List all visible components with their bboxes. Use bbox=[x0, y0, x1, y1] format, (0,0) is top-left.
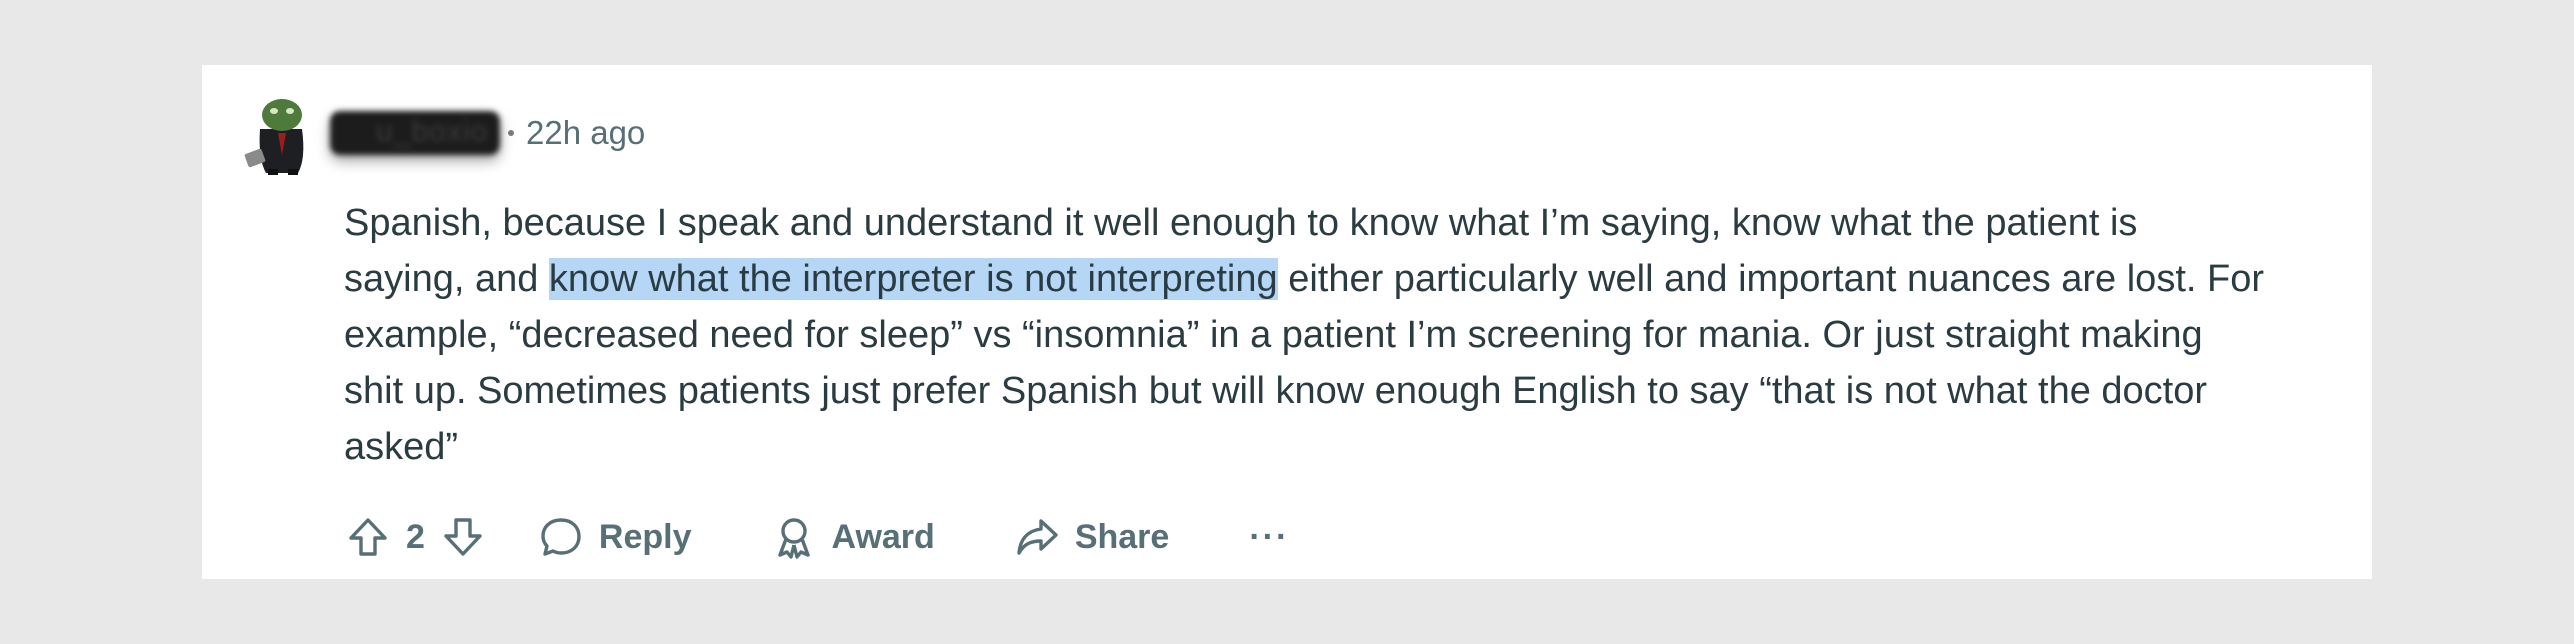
comment-text-highlighted: know what the interpreter is not interpr… bbox=[548, 258, 1278, 300]
award-button[interactable]: Award bbox=[772, 515, 935, 559]
reply-label: Reply bbox=[598, 517, 692, 556]
award-label: Award bbox=[831, 517, 935, 556]
separator-dot bbox=[508, 130, 514, 136]
speech-bubble-icon bbox=[541, 518, 581, 556]
vote-count: 2 bbox=[406, 517, 425, 556]
upvote-button[interactable] bbox=[344, 513, 392, 561]
reply-button[interactable]: Reply bbox=[539, 515, 692, 559]
comment-timestamp[interactable]: 22h ago bbox=[526, 114, 645, 152]
downvote-button[interactable] bbox=[439, 513, 487, 561]
username-redacted[interactable]: u_boxio bbox=[330, 111, 500, 155]
comment-actions: 2 Reply Award Share ··· bbox=[344, 505, 1289, 569]
arrow-down-icon bbox=[444, 518, 482, 556]
more-options-button[interactable]: ··· bbox=[1249, 518, 1289, 557]
username-redacted-text: u_boxio bbox=[376, 115, 489, 148]
comment-card: u_boxio 22h ago Spanish, because I speak… bbox=[202, 65, 2372, 579]
ellipsis-icon: ··· bbox=[1249, 517, 1290, 556]
award-ribbon-icon bbox=[777, 518, 810, 559]
arrow-up-icon bbox=[349, 518, 387, 556]
share-button[interactable]: Share bbox=[1015, 515, 1170, 559]
share-label: Share bbox=[1074, 517, 1170, 556]
share-arrow-icon bbox=[1017, 519, 1058, 555]
avatar[interactable] bbox=[238, 89, 326, 177]
comment-body: Spanish, because I speak and understand … bbox=[344, 195, 2264, 475]
comment-header: u_boxio 22h ago bbox=[238, 93, 645, 175]
